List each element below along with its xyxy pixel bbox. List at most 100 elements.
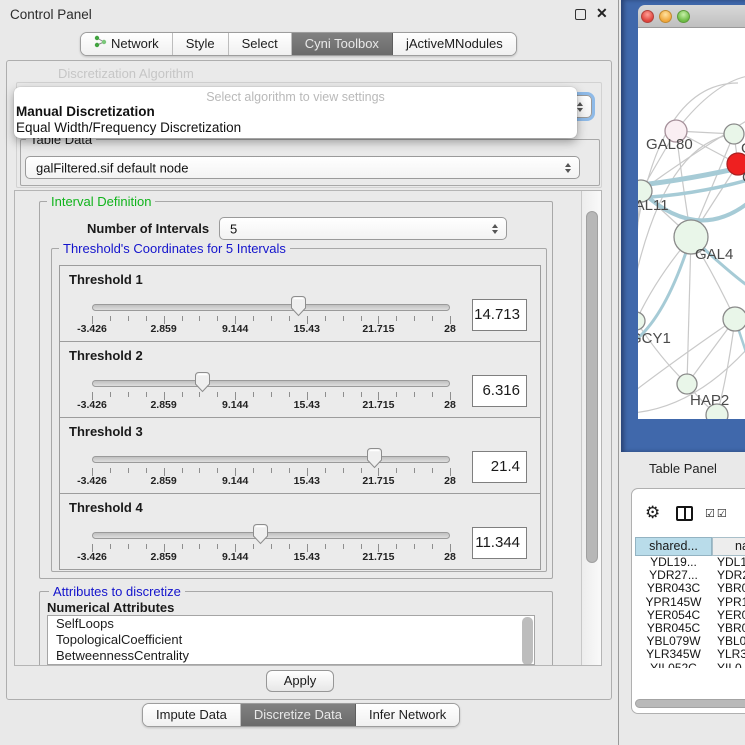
threshold-panel-1: Threshold 1-3.4262.8599.14415.4321.71528…: [59, 265, 541, 342]
threshold-value-field[interactable]: 6.316: [472, 375, 527, 407]
slider-tick: [146, 468, 147, 473]
attributes-scrollbar-thumb[interactable]: [522, 617, 533, 665]
cell-shared-name: YLR345W: [635, 648, 712, 661]
slider-thumb[interactable]: [366, 447, 383, 469]
minimize-traffic-light-icon[interactable]: [659, 10, 672, 23]
threshold-title: Threshold 1: [69, 272, 143, 287]
table-row[interactable]: YBL079WYBL0: [635, 635, 745, 648]
slider-tick: [289, 392, 290, 397]
slider-tick: [325, 392, 326, 397]
algorithm-dropdown-popup: Select algorithm to view settings Manual…: [14, 87, 577, 138]
slider-tick: [182, 316, 183, 321]
slider-tick: [361, 316, 362, 321]
network-canvas[interactable]: GAL80GACGAL11GAL4GCY1HHAP2: [638, 28, 745, 419]
table-row[interactable]: YDL19...YDL1: [635, 556, 745, 569]
tab-select[interactable]: Select: [229, 33, 292, 55]
gear-icon[interactable]: ⚙: [645, 503, 660, 523]
threshold-title: Threshold 3: [69, 424, 143, 439]
settings-scrollbar-track[interactable]: [581, 191, 602, 665]
slider-tick-label: -3.426: [57, 475, 127, 487]
slider-tick: [414, 544, 415, 549]
network-node-h[interactable]: [723, 307, 745, 331]
slider-tick-label: 2.859: [129, 399, 199, 411]
table-body: YDL19...YDL1YDR27...YDR2YBR043CYBR0YPR14…: [635, 556, 745, 668]
tab-style[interactable]: Style: [173, 33, 229, 55]
tab-jactivemnodules[interactable]: jActiveMNodules: [393, 33, 516, 55]
cell-shared-name: YIL052C: [635, 662, 712, 668]
threshold-value-field[interactable]: 11.344: [472, 527, 527, 559]
table-row[interactable]: YIL052CYIL0: [635, 662, 745, 668]
numerical-attributes-label: Numerical Attributes: [47, 600, 174, 615]
slider-tick-label: 2.859: [129, 323, 199, 335]
slider-tick: [182, 392, 183, 397]
table-row[interactable]: YLR345WYLR3: [635, 648, 745, 661]
table-data-combobox[interactable]: galFiltered.sif default node: [25, 156, 580, 179]
zoom-traffic-light-icon[interactable]: [677, 10, 690, 23]
slider-tick: [110, 544, 111, 549]
tab-impute-data[interactable]: Impute Data: [143, 704, 241, 726]
slider-tick: [361, 544, 362, 549]
column-header-shared[interactable]: shared...: [635, 537, 712, 556]
slider-tick-label: 15.43: [272, 475, 342, 487]
slider-tick-label: -3.426: [57, 399, 127, 411]
tab-discretize-data[interactable]: Discretize Data: [241, 704, 356, 726]
table-hscrollbar-thumb[interactable]: [635, 699, 745, 708]
table-row[interactable]: YPR145WYPR1: [635, 596, 745, 609]
table-row[interactable]: YER054CYER0: [635, 609, 745, 622]
slider-tick: [253, 316, 254, 321]
slider-track[interactable]: [92, 532, 450, 539]
slider-thumb[interactable]: [194, 371, 211, 393]
slider-tick: [432, 392, 433, 397]
slider-track[interactable]: [92, 456, 450, 463]
attribute-item-selfloops[interactable]: SelfLoops: [48, 616, 534, 632]
slider-tick: [396, 392, 397, 397]
slider-tick: [361, 392, 362, 397]
node-label: GAL4: [695, 246, 733, 263]
network-node-gcy1[interactable]: [638, 312, 645, 330]
attribute-item-topologicalcoefficient[interactable]: TopologicalCoefficient: [48, 632, 534, 648]
settings-scrollbar-thumb[interactable]: [586, 211, 598, 563]
table-row[interactable]: YBR043CYBR0: [635, 582, 745, 595]
cell-name: YIL0: [712, 662, 742, 668]
right-section: GAL80GACGAL11GAL4GCY1HHAP2 Table Panel ⚙…: [618, 0, 745, 745]
node-label: GAL80: [646, 136, 693, 153]
threshold-title: Threshold 4: [69, 500, 143, 515]
number-of-intervals-value: 5: [230, 221, 237, 236]
slider-tick: [414, 316, 415, 321]
tab-infer-network[interactable]: Infer Network: [356, 704, 459, 726]
slider-tick: [343, 316, 344, 321]
column-header-na[interactable]: na: [712, 537, 745, 556]
algorithm-option-equal-width-frequency-discretization[interactable]: Equal Width/Frequency Discretization: [16, 120, 579, 136]
threshold-value-field[interactable]: 14.713: [472, 299, 527, 331]
slider-track[interactable]: [92, 304, 450, 311]
table-row[interactable]: YDR27...YDR2: [635, 569, 745, 582]
slider-thumb[interactable]: [252, 523, 269, 545]
tab-network[interactable]: Network: [81, 33, 173, 55]
table-row[interactable]: YBR045CYBR0: [635, 622, 745, 635]
slider-tick-label: 15.43: [272, 551, 342, 563]
table-hscrollbar-track[interactable]: [635, 698, 745, 710]
slider-tick: [110, 392, 111, 397]
slider-track[interactable]: [92, 380, 450, 387]
number-of-intervals-combobox[interactable]: 5: [219, 217, 507, 240]
algorithm-option-manual-discretization[interactable]: Manual Discretization: [16, 104, 579, 120]
threshold-value-field[interactable]: 21.4: [472, 451, 527, 483]
number-of-intervals-label: Number of Intervals: [87, 221, 209, 236]
apply-button[interactable]: Apply: [266, 670, 334, 692]
network-node-hap2[interactable]: [677, 374, 697, 394]
network-window-titlebar[interactable]: [638, 5, 745, 28]
attribute-item-betweennesscentrality[interactable]: BetweennessCentrality: [48, 648, 534, 664]
slider-thumb[interactable]: [290, 295, 307, 317]
cell-name: YDR2: [712, 569, 745, 582]
float-window-icon[interactable]: [575, 9, 586, 20]
checkbox-columns-icon[interactable]: ☑☑: [705, 507, 729, 520]
split-view-icon[interactable]: [676, 506, 693, 521]
tab-cyni-toolbox[interactable]: Cyni Toolbox: [292, 33, 393, 55]
table-data-value: galFiltered.sif default node: [36, 160, 188, 175]
slider-tick-label: 9.144: [200, 399, 270, 411]
close-icon[interactable]: ✕: [596, 5, 608, 22]
close-traffic-light-icon[interactable]: [641, 10, 654, 23]
slider-tick: [271, 544, 272, 549]
cell-name: YLR3: [712, 648, 745, 661]
cell-name: YER0: [712, 609, 745, 622]
